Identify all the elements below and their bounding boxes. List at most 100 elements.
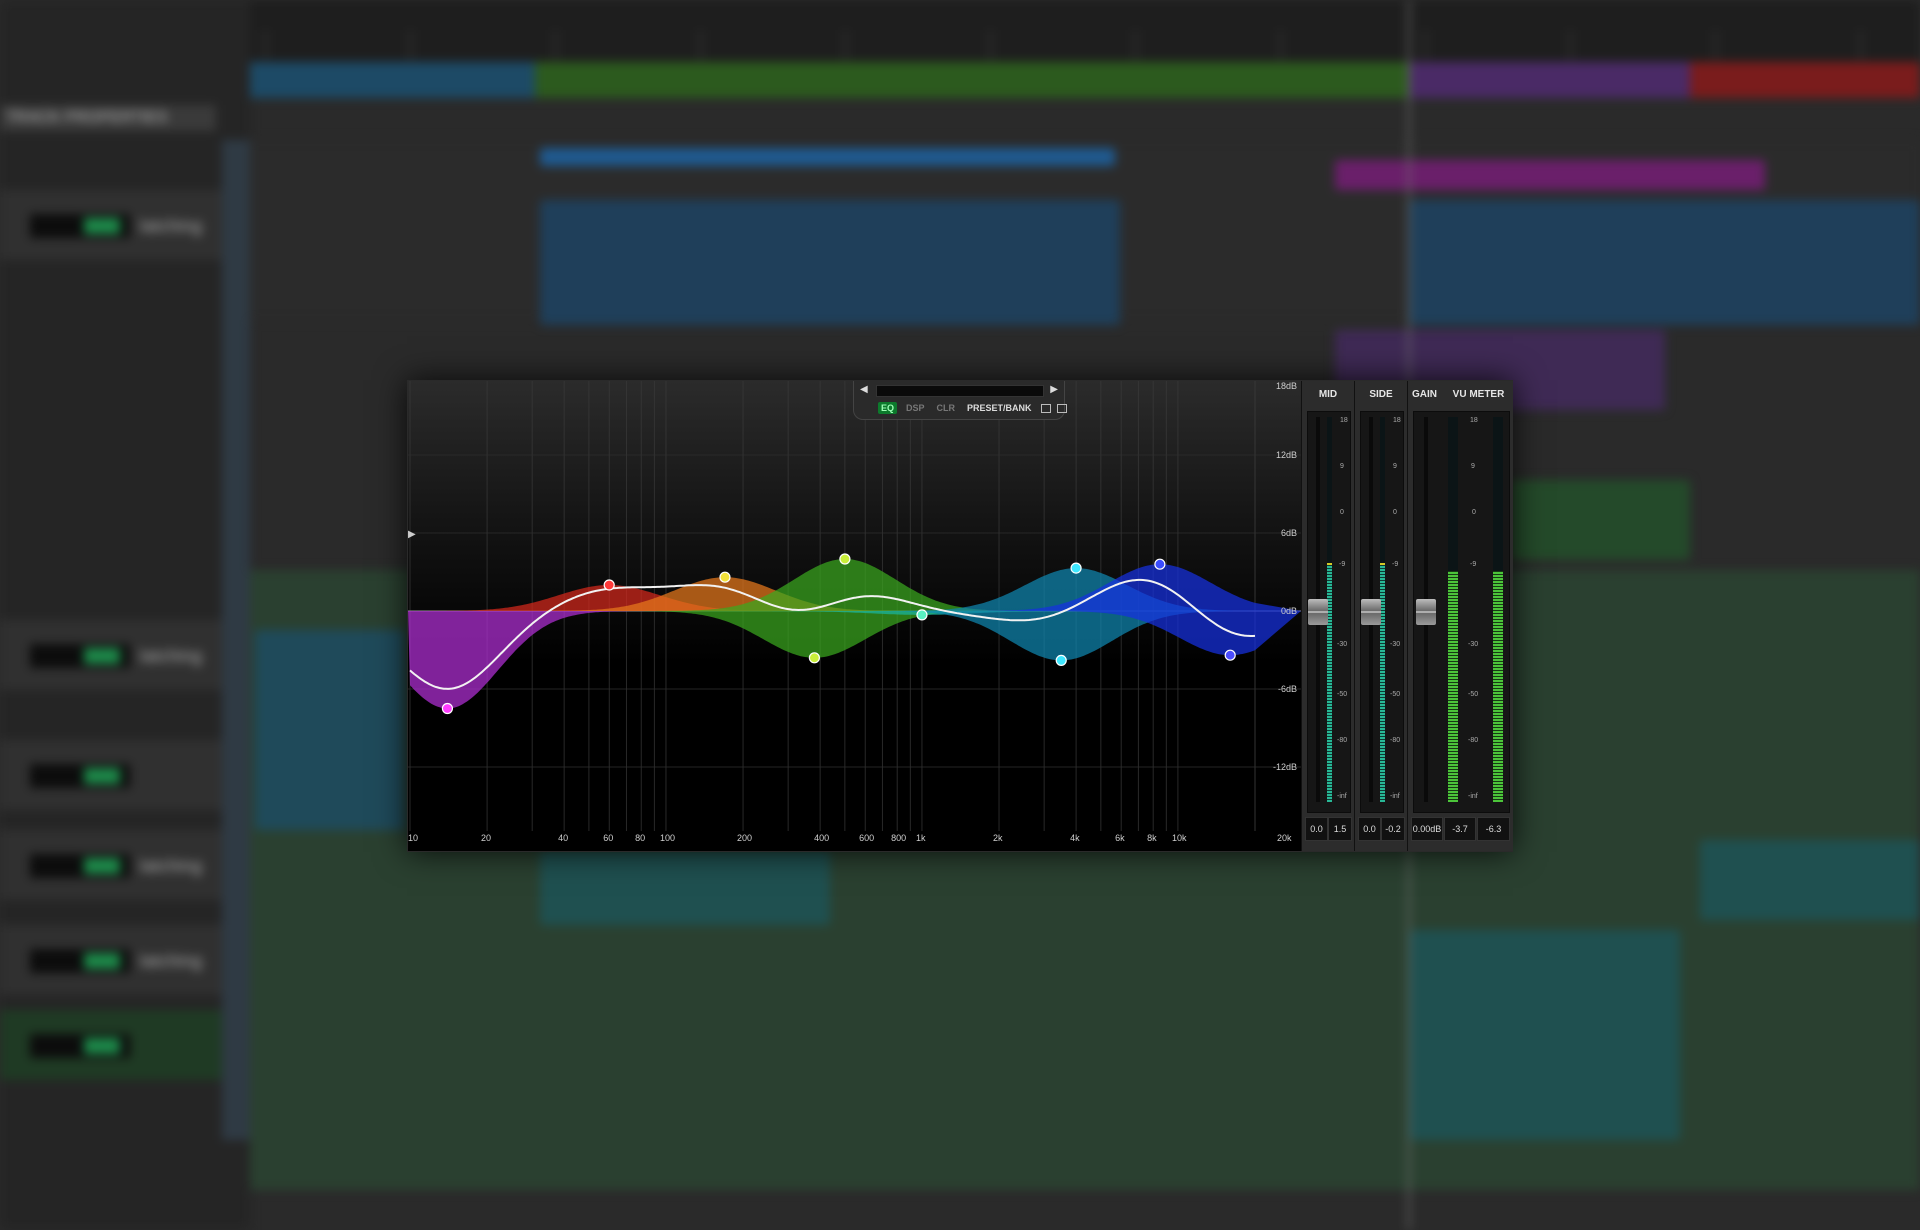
midi-clip[interactable] (1410, 930, 1680, 1140)
vu-value-right: -6.3 (1477, 817, 1510, 841)
scale-label: -inf (1468, 793, 1478, 800)
scale-label: -30 (1468, 641, 1479, 648)
eq-band-handle[interactable] (1154, 558, 1166, 570)
timeline-ruler[interactable] (250, 0, 1920, 71)
scale-label: -50 (1390, 691, 1401, 698)
tab-preset-bank[interactable]: PRESET/BANK (964, 402, 1035, 414)
scale-label: 18 (1393, 417, 1401, 424)
track-header[interactable]: latching (0, 190, 222, 261)
frequency-label: 100 (659, 833, 675, 843)
scale-label: -80 (1390, 737, 1401, 744)
eq-band-handle[interactable] (1055, 654, 1067, 666)
frequency-label: 10k (1171, 833, 1187, 843)
side-value-right[interactable]: -0.2 (1381, 817, 1405, 841)
eq-plugin-window[interactable]: 18dB 12dB 6dB 0dB -6dB -12dB 10 20 40 60 80 100 200… (407, 380, 1513, 852)
automation-clip[interactable] (1335, 160, 1765, 190)
scale-label: 9 (1340, 463, 1344, 470)
eq-band-handle[interactable] (916, 609, 928, 621)
track-header[interactable]: latching (0, 925, 222, 996)
automation-mode[interactable]: latching (140, 646, 202, 667)
tab-dsp[interactable]: DSP (903, 402, 928, 414)
automation-mode[interactable]: latching (140, 951, 202, 972)
eq-band-handle[interactable] (441, 702, 454, 715)
preset-name-field[interactable] (876, 385, 1044, 397)
vu-meter-label: VU METER (1452, 389, 1505, 400)
scale-label: 18 (1470, 417, 1478, 424)
track-color-strip (222, 140, 250, 1140)
mid-value-left[interactable]: 0.0 (1305, 817, 1328, 841)
tab-clr[interactable]: CLR (934, 402, 959, 414)
arrangement-region[interactable] (535, 62, 1410, 98)
expand-arrow-icon[interactable]: ▶ (408, 529, 416, 540)
frequency-label: 400 (814, 833, 830, 843)
frequency-label: 600 (859, 833, 875, 843)
scale-label: -30 (1390, 641, 1401, 648)
midi-clip[interactable] (540, 850, 830, 925)
track-header[interactable] (0, 740, 222, 811)
midi-clip[interactable] (1700, 840, 1920, 920)
gain-fader[interactable] (1416, 599, 1436, 625)
side-value-left[interactable]: 0.0 (1358, 817, 1381, 841)
arrangement-region[interactable] (1690, 62, 1920, 98)
eq-band-handle[interactable] (1070, 562, 1082, 574)
eq-band-handle[interactable] (1224, 649, 1236, 661)
plugin-toolbar: ◀ ▶ EQ DSP CLR PRESET/BANK (853, 381, 1067, 420)
volume-meter[interactable] (30, 764, 130, 788)
db-label: 6dB (1280, 528, 1297, 538)
scale-label: -50 (1468, 691, 1479, 698)
frequency-label: 6k (1115, 833, 1125, 843)
folder-icon[interactable] (1040, 403, 1051, 413)
scale-label: 0 (1393, 509, 1397, 516)
eq-display[interactable]: 18dB 12dB 6dB 0dB -6dB -12dB 10 20 40 60 80 100 200… (408, 381, 1301, 851)
track-header[interactable]: latching (0, 830, 222, 901)
automation-mode[interactable]: latching (140, 856, 202, 877)
gain-value[interactable]: 0.00dB (1411, 817, 1443, 841)
plugin-tabs: EQ DSP CLR PRESET/BANK (878, 401, 1067, 415)
save-icon[interactable] (1056, 403, 1067, 413)
arrangement-region[interactable] (250, 62, 535, 98)
mid-value-right[interactable]: 1.5 (1328, 817, 1352, 841)
scale-label: 9 (1471, 463, 1475, 470)
next-preset-icon[interactable]: ▶ (1050, 384, 1058, 395)
volume-meter[interactable] (30, 1034, 130, 1058)
db-label: -6dB (1277, 684, 1297, 694)
track-properties-header: TRACK PROPERTIES (0, 105, 216, 131)
frequency-label: 800 (891, 833, 907, 843)
scale-label: -80 (1337, 737, 1348, 744)
automation-mode[interactable]: latching (140, 216, 202, 237)
eq-graph[interactable] (408, 381, 1301, 851)
prev-preset-icon[interactable]: ◀ (860, 384, 868, 395)
mid-strip: MID 18 9 0 -9 -30 -50 -80 -inf 0.0 1.5 (1301, 381, 1354, 851)
frequency-label: 80 (635, 833, 646, 843)
midi-clip[interactable] (540, 200, 1120, 325)
midi-clip[interactable] (255, 630, 405, 830)
scale-label: -inf (1337, 793, 1347, 800)
volume-meter[interactable] (30, 949, 130, 973)
automation-clip[interactable] (540, 148, 1115, 166)
side-fader[interactable] (1361, 599, 1381, 625)
frequency-label: 2k (993, 833, 1003, 843)
audio-clip[interactable] (1510, 480, 1690, 560)
scale-label: -9 (1339, 561, 1346, 568)
scale-label: 0 (1472, 509, 1476, 516)
eq-band-handle[interactable] (808, 652, 820, 664)
scale-label: -9 (1392, 561, 1399, 568)
track-header[interactable]: latching (0, 620, 222, 691)
volume-meter[interactable] (30, 644, 130, 668)
frequency-label: 20k (1277, 833, 1292, 843)
screen: TRACK PROPERTIES latching latching latch… (0, 0, 1920, 1230)
tab-eq[interactable]: EQ (878, 402, 898, 414)
volume-meter[interactable] (30, 214, 130, 238)
arrangement-region[interactable] (1410, 62, 1690, 98)
eq-band-handle[interactable] (719, 571, 731, 583)
db-label: 0dB (1280, 606, 1297, 616)
track-header[interactable] (0, 1010, 222, 1081)
scale-label: -50 (1337, 691, 1348, 698)
mid-fader[interactable] (1308, 599, 1328, 625)
eq-band-handle[interactable] (839, 553, 851, 565)
volume-meter[interactable] (30, 854, 130, 878)
midi-clip[interactable] (1410, 200, 1920, 325)
db-label: 12dB (1275, 450, 1297, 460)
eq-band-handle[interactable] (603, 579, 615, 591)
frequency-label: 4k (1070, 833, 1080, 843)
